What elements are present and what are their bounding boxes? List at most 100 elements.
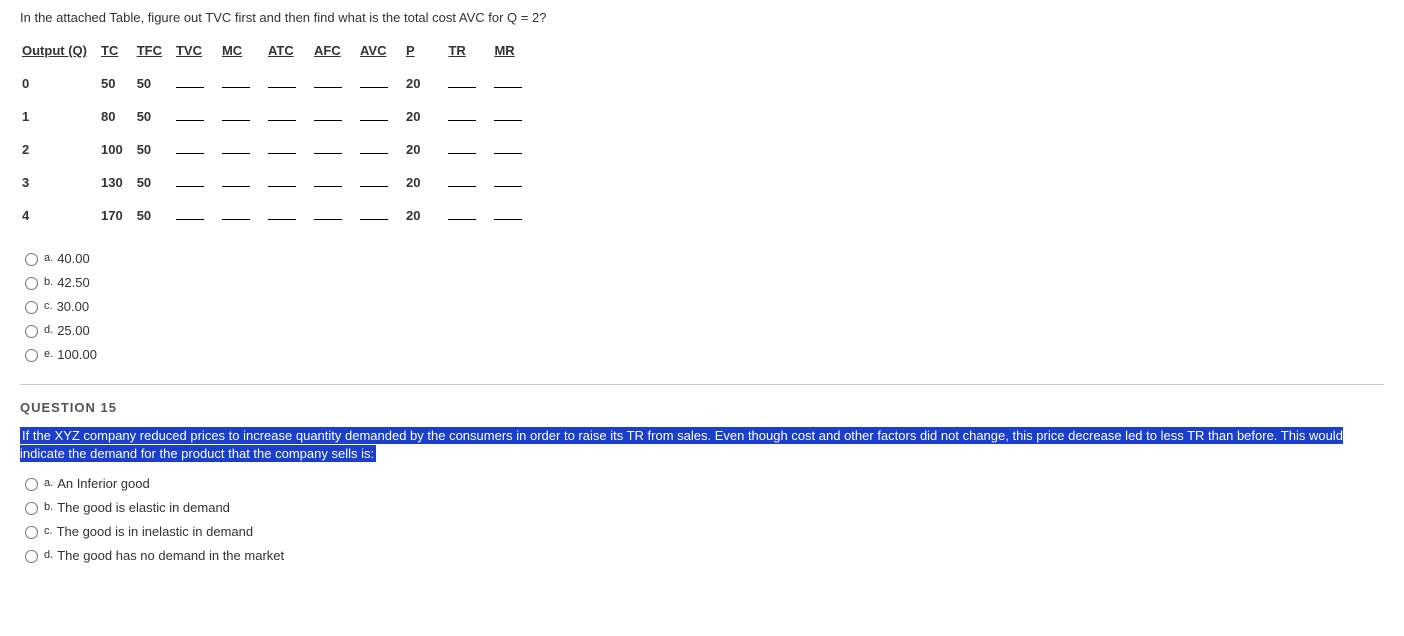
cell-avc bbox=[360, 134, 404, 165]
cell-atc bbox=[268, 167, 312, 198]
cell-q: 1 bbox=[22, 101, 99, 132]
cell-tvc bbox=[176, 200, 220, 231]
cell-spacer bbox=[434, 134, 446, 165]
cell-q: 3 bbox=[22, 167, 99, 198]
option-text: 40.00 bbox=[57, 251, 90, 266]
cell-spacer bbox=[434, 101, 446, 132]
question-header: QUESTION 15 bbox=[20, 400, 1384, 415]
radio-input[interactable] bbox=[25, 526, 38, 539]
col-avc: AVC bbox=[360, 35, 404, 66]
cell-mr bbox=[494, 68, 538, 99]
cell-tfc: 50 bbox=[137, 134, 174, 165]
table-row: 0505020 bbox=[22, 68, 538, 99]
cell-tvc bbox=[176, 167, 220, 198]
option-text: The good is elastic in demand bbox=[57, 500, 230, 515]
radio-input[interactable] bbox=[25, 325, 38, 338]
option-letter: b. bbox=[44, 276, 53, 288]
cell-avc bbox=[360, 200, 404, 231]
cell-afc bbox=[314, 101, 358, 132]
cell-p: 20 bbox=[406, 68, 432, 99]
cell-tc: 130 bbox=[101, 167, 135, 198]
col-mc: MC bbox=[222, 35, 266, 66]
cell-mr bbox=[494, 167, 538, 198]
cell-atc bbox=[268, 68, 312, 99]
cell-afc bbox=[314, 167, 358, 198]
option-text: 30.00 bbox=[57, 299, 90, 314]
option-text: The good has no demand in the market bbox=[57, 548, 284, 563]
option-row[interactable]: d. The good has no demand in the market bbox=[20, 545, 1384, 565]
cell-afc bbox=[314, 134, 358, 165]
cell-tvc bbox=[176, 134, 220, 165]
radio-input[interactable] bbox=[25, 301, 38, 314]
col-tvc: TVC bbox=[176, 35, 220, 66]
cell-mc bbox=[222, 68, 266, 99]
cell-avc bbox=[360, 68, 404, 99]
question-15: QUESTION 15 If the XYZ company reduced p… bbox=[20, 400, 1384, 565]
cell-afc bbox=[314, 200, 358, 231]
cell-tvc bbox=[176, 68, 220, 99]
cell-p: 20 bbox=[406, 101, 432, 132]
cell-avc bbox=[360, 101, 404, 132]
option-letter: c. bbox=[44, 300, 53, 312]
col-p: P bbox=[406, 35, 432, 66]
cell-avc bbox=[360, 167, 404, 198]
cell-spacer bbox=[434, 167, 446, 198]
cell-mc bbox=[222, 167, 266, 198]
radio-input[interactable] bbox=[25, 349, 38, 362]
q14-options: a.40.00 b. 42.50 c. 30.00 d. 25.00 e.100.00 bbox=[20, 248, 1384, 364]
question-14: In the attached Table, figure out TVC fi… bbox=[20, 10, 1384, 364]
cell-tr bbox=[448, 134, 492, 165]
option-row[interactable]: e.100.00 bbox=[20, 344, 1384, 364]
cell-p: 20 bbox=[406, 200, 432, 231]
option-row[interactable]: a.40.00 bbox=[20, 248, 1384, 268]
cell-atc bbox=[268, 134, 312, 165]
cell-p: 20 bbox=[406, 167, 432, 198]
cell-q: 0 bbox=[22, 68, 99, 99]
cell-tc: 170 bbox=[101, 200, 135, 231]
option-letter: d. bbox=[44, 324, 53, 336]
cell-mc bbox=[222, 101, 266, 132]
cell-mc bbox=[222, 134, 266, 165]
option-letter: c. bbox=[44, 525, 53, 537]
option-text: The good is in inelastic in demand bbox=[57, 524, 254, 539]
col-tc: TC bbox=[101, 35, 135, 66]
option-text: 25.00 bbox=[57, 323, 90, 338]
col-mr: MR bbox=[494, 35, 538, 66]
option-text: 42.50 bbox=[57, 275, 90, 290]
col-afc: AFC bbox=[314, 35, 358, 66]
cell-mr bbox=[494, 134, 538, 165]
col-atc: ATC bbox=[268, 35, 312, 66]
col-output: Output (Q) bbox=[22, 35, 99, 66]
option-row[interactable]: c. The good is in inelastic in demand bbox=[20, 521, 1384, 541]
table-header-row: Output (Q) TC TFC TVC MC ATC AFC AVC P T… bbox=[22, 35, 538, 66]
cell-tfc: 50 bbox=[137, 200, 174, 231]
radio-input[interactable] bbox=[25, 550, 38, 563]
q15-options: a. An Inferior good b. The good is elastic … bbox=[20, 473, 1384, 565]
radio-input[interactable] bbox=[25, 277, 38, 290]
option-row[interactable]: b. 42.50 bbox=[20, 272, 1384, 292]
option-letter: d. bbox=[44, 549, 53, 561]
option-row[interactable]: d. 25.00 bbox=[20, 320, 1384, 340]
cell-tfc: 50 bbox=[137, 101, 174, 132]
radio-input[interactable] bbox=[25, 478, 38, 491]
cell-tfc: 50 bbox=[137, 167, 174, 198]
question-text: If the XYZ company reduced prices to inc… bbox=[20, 427, 1384, 463]
table-row: 1805020 bbox=[22, 101, 538, 132]
cell-atc bbox=[268, 200, 312, 231]
cell-spacer bbox=[434, 68, 446, 99]
cell-q: 4 bbox=[22, 200, 99, 231]
option-row[interactable]: a. An Inferior good bbox=[20, 473, 1384, 493]
col-spacer bbox=[434, 35, 446, 66]
cell-mc bbox=[222, 200, 266, 231]
option-row[interactable]: c. 30.00 bbox=[20, 296, 1384, 316]
option-text: An Inferior good bbox=[57, 476, 150, 491]
col-tfc: TFC bbox=[137, 35, 174, 66]
radio-input[interactable] bbox=[25, 253, 38, 266]
cell-tfc: 50 bbox=[137, 68, 174, 99]
option-letter: b. bbox=[44, 501, 53, 513]
option-row[interactable]: b. The good is elastic in demand bbox=[20, 497, 1384, 517]
cell-tvc bbox=[176, 101, 220, 132]
cell-atc bbox=[268, 101, 312, 132]
radio-input[interactable] bbox=[25, 502, 38, 515]
option-letter: a. bbox=[44, 477, 53, 489]
